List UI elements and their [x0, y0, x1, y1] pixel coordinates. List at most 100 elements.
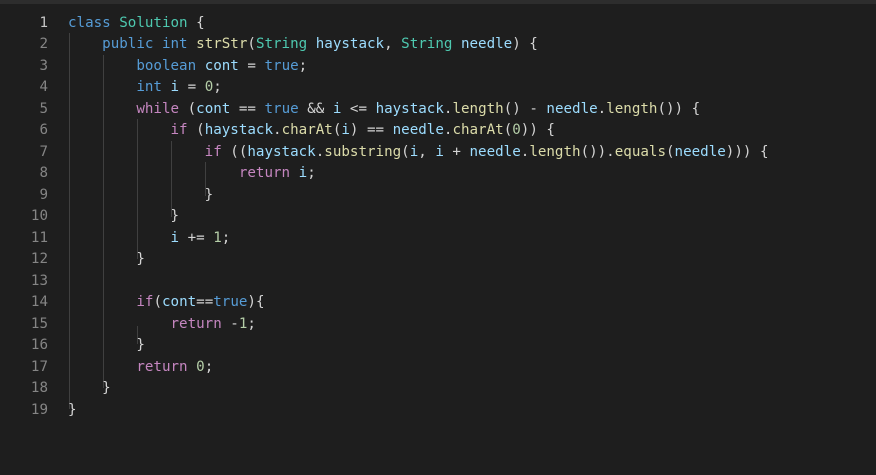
code-token: needle	[546, 100, 598, 117]
code-text: }	[68, 185, 214, 207]
code-token: if	[204, 143, 222, 160]
code-token: (	[401, 143, 410, 160]
code-token: ,	[418, 143, 436, 160]
code-text: if ((haystack.substring(i, i + needle.le…	[68, 142, 769, 164]
code-token: true	[264, 100, 299, 117]
code-token: ))) {	[725, 143, 769, 160]
code-token: =	[238, 57, 265, 74]
code-token: return	[136, 358, 188, 375]
code-token: ==	[230, 100, 265, 117]
line-number: 9	[39, 186, 48, 203]
code-token: +	[443, 143, 470, 160]
code-token: 0	[196, 358, 205, 375]
code-token: ==	[196, 294, 214, 310]
code-line[interactable]: 16 }	[0, 335, 876, 357]
code-token: (	[665, 143, 675, 160]
code-token: (	[153, 294, 162, 310]
code-line[interactable]: 19}	[0, 400, 876, 422]
code-text: return i;	[68, 163, 316, 185]
code-token: ){	[247, 294, 265, 310]
code-line[interactable]: 15 return -1;	[0, 314, 876, 336]
line-number: 6	[39, 122, 48, 138]
line-number: 2	[39, 36, 48, 52]
code-token: }	[68, 337, 145, 353]
code-token: true	[213, 294, 248, 310]
code-token: cont	[204, 57, 239, 74]
code-token: int	[136, 79, 162, 95]
code-token: }	[68, 208, 180, 224]
code-token: ) ==	[349, 122, 393, 138]
line-number: 15	[30, 315, 48, 332]
code-line[interactable]: 17 return 0;	[0, 357, 876, 379]
code-text: public int strStr(String haystack, Strin…	[68, 34, 538, 56]
code-line[interactable]: 3 boolean cont = true;	[0, 56, 876, 78]
code-token: charAt	[281, 122, 333, 138]
code-line[interactable]: 8 return i;	[0, 163, 876, 185]
code-token: i	[170, 229, 180, 246]
code-token: length	[606, 100, 658, 117]
code-line[interactable]: 13	[0, 271, 876, 293]
line-number: 13	[30, 272, 48, 289]
line-number: 12	[30, 251, 48, 267]
line-number: 19	[30, 401, 48, 418]
code-token: haystack	[247, 143, 316, 160]
line-number: 18	[30, 380, 48, 396]
line-number: 10	[30, 208, 48, 224]
code-line[interactable]: 12 }	[0, 249, 876, 271]
code-token: }	[68, 380, 111, 396]
code-text: }	[68, 400, 77, 422]
code-text: int i = 0;	[68, 77, 222, 99]
code-line[interactable]: 11 i += 1;	[0, 228, 876, 250]
code-token: i	[435, 143, 444, 160]
code-token: i	[409, 143, 419, 160]
code-line[interactable]: 5 while (cont == true && i <= haystack.l…	[0, 99, 876, 121]
line-number: 1	[39, 14, 48, 31]
code-token: Solution	[119, 14, 188, 31]
code-token: String	[255, 36, 308, 52]
code-token: () -	[503, 100, 547, 117]
code-line[interactable]: 9 }	[0, 185, 876, 207]
code-token: (	[179, 100, 197, 117]
code-token: ;	[221, 229, 231, 246]
code-token: return	[170, 315, 222, 332]
code-token: return	[238, 165, 291, 181]
code-text: return 0;	[68, 357, 213, 379]
code-token: true	[264, 57, 299, 74]
code-token: cont	[161, 294, 197, 310]
code-editor[interactable]: 1 class Solution {2 public int strStr(Str…	[0, 4, 876, 475]
code-line[interactable]: 4 int i = 0;	[0, 77, 876, 99]
code-line[interactable]: 2 public int strStr(String haystack, Str…	[0, 34, 876, 56]
code-token: ;	[213, 79, 222, 95]
code-line[interactable]: 7 if ((haystack.substring(i, i + needle.…	[0, 142, 876, 164]
code-token: )) {	[520, 122, 555, 138]
code-line[interactable]: 6 if (haystack.charAt(i) == needle.charA…	[0, 120, 876, 142]
code-token: cont	[196, 100, 231, 117]
code-line[interactable]: 18 }	[0, 378, 876, 400]
code-token: ()).	[580, 143, 615, 160]
code-line[interactable]: 14 if(cont==true){	[0, 292, 876, 314]
code-token: charAt	[452, 122, 504, 138]
code-token: (	[247, 36, 256, 52]
line-number: 7	[39, 143, 48, 160]
code-text: }	[68, 206, 179, 228]
code-text: i += 1;	[68, 228, 231, 250]
code-text: }	[68, 249, 145, 271]
code-token: +=	[179, 229, 214, 246]
code-token: =	[179, 79, 205, 95]
code-token: i	[341, 122, 350, 138]
code-token: ) {	[512, 36, 538, 52]
code-text: if(cont==true){	[68, 292, 265, 314]
code-token: (	[187, 122, 205, 138]
code-line[interactable]: 1 class Solution {	[0, 13, 876, 35]
code-token: class	[68, 14, 111, 31]
code-token: needle	[392, 122, 444, 138]
code-line[interactable]: 10 }	[0, 206, 876, 228]
